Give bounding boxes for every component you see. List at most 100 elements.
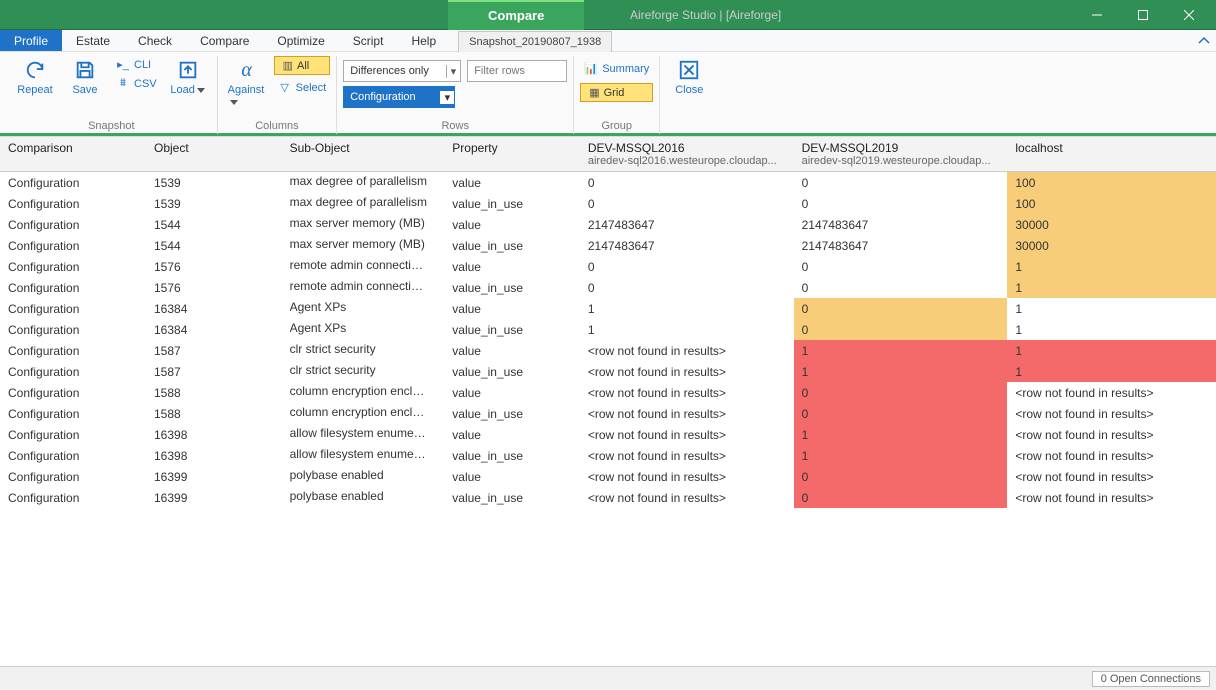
cell-value-1[interactable]: 0	[794, 193, 1008, 214]
cell-subobject[interactable]: column encryption enclav...	[282, 382, 445, 403]
cell-object[interactable]: 1588	[146, 403, 282, 424]
cell-value-2[interactable]: 100	[1007, 172, 1216, 194]
cell-value-1[interactable]: 0	[794, 172, 1008, 194]
table-row[interactable]: Configuration1587clr strict securityvalu…	[0, 340, 1216, 361]
col-header-server-0[interactable]: DEV-MSSQL2016 airedev-sql2016.westeurope…	[580, 137, 794, 172]
cell-value-0[interactable]: 2147483647	[580, 235, 794, 256]
cell-object[interactable]: 1544	[146, 214, 282, 235]
against-button[interactable]: α Against	[224, 56, 270, 110]
cell-property[interactable]: value	[444, 256, 580, 277]
cell-object[interactable]: 16384	[146, 319, 282, 340]
cell-comparison[interactable]: Configuration	[0, 382, 146, 403]
cell-property[interactable]: value	[444, 172, 580, 194]
cell-value-1[interactable]: 0	[794, 403, 1008, 424]
results-grid[interactable]: Comparison Object Sub-Object Property DE…	[0, 136, 1216, 666]
cell-object[interactable]: 16399	[146, 487, 282, 508]
cell-value-1[interactable]: 1	[794, 361, 1008, 382]
cell-subobject[interactable]: allow filesystem enumeration	[282, 445, 445, 466]
cell-comparison[interactable]: Configuration	[0, 445, 146, 466]
document-tab-compare[interactable]: Compare	[448, 0, 584, 30]
table-row[interactable]: Configuration1544max server memory (MB)v…	[0, 235, 1216, 256]
table-row[interactable]: Configuration16398allow filesystem enume…	[0, 445, 1216, 466]
cell-value-2[interactable]: 1	[1007, 256, 1216, 277]
cell-value-1[interactable]: 1	[794, 340, 1008, 361]
cell-value-1[interactable]: 0	[794, 466, 1008, 487]
cell-value-1[interactable]: 2147483647	[794, 214, 1008, 235]
table-row[interactable]: Configuration16398allow filesystem enume…	[0, 424, 1216, 445]
cell-property[interactable]: value_in_use	[444, 193, 580, 214]
window-close[interactable]	[1166, 0, 1212, 30]
cell-subobject[interactable]: Agent XPs	[282, 298, 445, 319]
cell-property[interactable]: value_in_use	[444, 445, 580, 466]
cell-property[interactable]: value_in_use	[444, 487, 580, 508]
cli-button[interactable]: ▸_ CLI	[112, 56, 161, 73]
cell-value-2[interactable]: <row not found in results>	[1007, 445, 1216, 466]
cell-comparison[interactable]: Configuration	[0, 487, 146, 508]
cell-subobject[interactable]: remote admin connections	[282, 256, 445, 277]
table-row[interactable]: Configuration16399polybase enabledvalue<…	[0, 466, 1216, 487]
menu-estate[interactable]: Estate	[62, 30, 124, 51]
cell-property[interactable]: value	[444, 340, 580, 361]
cell-value-0[interactable]: <row not found in results>	[580, 340, 794, 361]
cell-comparison[interactable]: Configuration	[0, 277, 146, 298]
cell-value-2[interactable]: <row not found in results>	[1007, 403, 1216, 424]
cell-comparison[interactable]: Configuration	[0, 403, 146, 424]
cell-object[interactable]: 1587	[146, 361, 282, 382]
col-header-subobject[interactable]: Sub-Object	[282, 137, 445, 172]
cell-subobject[interactable]: max server memory (MB)	[282, 214, 445, 235]
cell-object[interactable]: 1576	[146, 256, 282, 277]
cell-value-0[interactable]: <row not found in results>	[580, 361, 794, 382]
close-button[interactable]: Close	[666, 56, 712, 98]
cell-value-0[interactable]: 0	[580, 256, 794, 277]
repeat-button[interactable]: Repeat	[12, 56, 58, 98]
cell-comparison[interactable]: Configuration	[0, 193, 146, 214]
cell-value-0[interactable]: 1	[580, 319, 794, 340]
cell-value-1[interactable]: 0	[794, 382, 1008, 403]
window-minimize[interactable]	[1074, 0, 1120, 30]
cell-value-0[interactable]: <row not found in results>	[580, 424, 794, 445]
table-row[interactable]: Configuration1539max degree of paralleli…	[0, 172, 1216, 194]
cell-object[interactable]: 16384	[146, 298, 282, 319]
cell-object[interactable]: 1588	[146, 382, 282, 403]
table-row[interactable]: Configuration1587clr strict securityvalu…	[0, 361, 1216, 382]
cell-value-1[interactable]: 0	[794, 256, 1008, 277]
cell-value-2[interactable]: 30000	[1007, 214, 1216, 235]
col-header-comparison[interactable]: Comparison	[0, 137, 146, 172]
col-header-property[interactable]: Property	[444, 137, 580, 172]
cell-subobject[interactable]: allow filesystem enumeration	[282, 424, 445, 445]
table-row[interactable]: Configuration1588column encryption encla…	[0, 403, 1216, 424]
cell-value-1[interactable]: 0	[794, 298, 1008, 319]
col-header-server-1[interactable]: DEV-MSSQL2019 airedev-sql2019.westeurope…	[794, 137, 1008, 172]
cell-property[interactable]: value	[444, 214, 580, 235]
cell-value-0[interactable]: <row not found in results>	[580, 403, 794, 424]
csv-button[interactable]: ⩩ CSV	[112, 75, 161, 92]
grid-button[interactable]: ▦ Grid	[580, 83, 653, 102]
cell-comparison[interactable]: Configuration	[0, 466, 146, 487]
cell-value-2[interactable]: <row not found in results>	[1007, 466, 1216, 487]
rows-filter-dropdown[interactable]: Differences only ▾	[343, 60, 461, 82]
cell-value-2[interactable]: <row not found in results>	[1007, 382, 1216, 403]
cell-subobject[interactable]: Agent XPs	[282, 319, 445, 340]
cell-value-2[interactable]: 100	[1007, 193, 1216, 214]
cell-property[interactable]: value	[444, 382, 580, 403]
cell-comparison[interactable]: Configuration	[0, 298, 146, 319]
cell-object[interactable]: 16399	[146, 466, 282, 487]
cell-object[interactable]: 1539	[146, 172, 282, 194]
cell-comparison[interactable]: Configuration	[0, 172, 146, 194]
cell-subobject[interactable]: max degree of parallelism	[282, 193, 445, 214]
cell-value-2[interactable]: <row not found in results>	[1007, 424, 1216, 445]
cell-subobject[interactable]: clr strict security	[282, 361, 445, 382]
table-row[interactable]: Configuration16384Agent XPsvalue_in_use1…	[0, 319, 1216, 340]
cell-value-2[interactable]: 1	[1007, 361, 1216, 382]
cell-value-0[interactable]: <row not found in results>	[580, 382, 794, 403]
menu-help[interactable]: Help	[397, 30, 450, 51]
cell-property[interactable]: value	[444, 466, 580, 487]
summary-button[interactable]: 📊 Summary	[580, 60, 653, 77]
cell-comparison[interactable]: Configuration	[0, 424, 146, 445]
cell-value-0[interactable]: <row not found in results>	[580, 466, 794, 487]
cell-subobject[interactable]: max server memory (MB)	[282, 235, 445, 256]
menu-profile[interactable]: Profile	[0, 30, 62, 51]
cell-property[interactable]: value_in_use	[444, 235, 580, 256]
cell-property[interactable]: value_in_use	[444, 319, 580, 340]
cell-value-1[interactable]: 0	[794, 319, 1008, 340]
